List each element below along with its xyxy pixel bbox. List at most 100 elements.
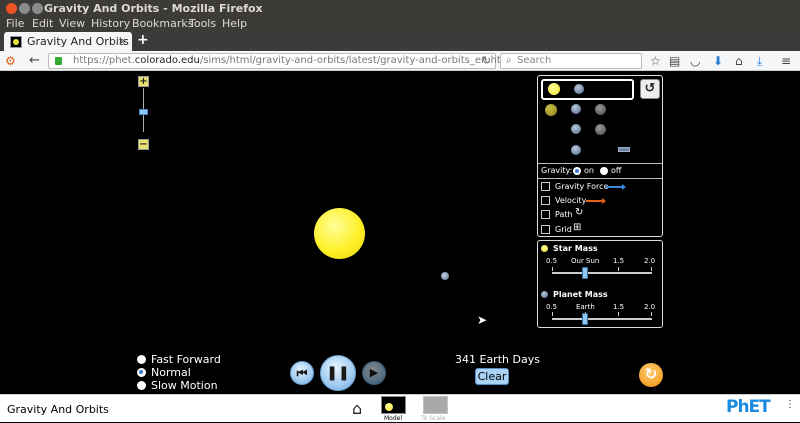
model-screen-label: Model <box>384 415 403 422</box>
panel-divider <box>538 178 662 179</box>
planet-tick <box>618 312 619 316</box>
earth-mode-icon <box>574 84 584 94</box>
menu-bookmarks[interactable]: Bookmarks <box>132 17 193 30</box>
gravity-off-radio[interactable] <box>600 167 608 175</box>
planet-body[interactable] <box>441 272 449 280</box>
mode-moon-icon[interactable] <box>595 104 606 115</box>
sim-navigation-bar: Gravity And Orbits ⌂ Model To Scale PhET… <box>0 394 800 422</box>
simulation-area: + − ➤ ↺ Gravity: on off Gravity Force Ve… <box>0 71 800 394</box>
lock-icon <box>55 57 62 65</box>
reload-icon[interactable]: ↻ <box>482 54 491 68</box>
search-icon: ⌕ <box>506 55 512 66</box>
download-icon[interactable]: ⬇ <box>713 53 723 69</box>
to-scale-screen-button[interactable]: To Scale <box>421 395 451 423</box>
mode-earth-satellite-icon[interactable] <box>571 145 581 155</box>
star-tick-label: Our Sun <box>571 257 600 265</box>
path-label: Path <box>555 210 573 219</box>
planet-mass-slider-thumb[interactable] <box>582 313 589 325</box>
tab-close-icon[interactable]: × <box>118 32 127 51</box>
fast-forward-radio[interactable] <box>137 355 146 364</box>
gravity-on-radio[interactable] <box>573 167 581 175</box>
step-button[interactable]: ▶ <box>362 361 386 385</box>
elapsed-time-readout: 341 Earth Days <box>455 353 540 366</box>
menu-view[interactable]: View <box>59 17 85 30</box>
mode-star-planet[interactable] <box>541 79 634 100</box>
planet-tick-label: 0.5 <box>546 303 558 311</box>
pocket-icon[interactable]: ◡ <box>690 53 700 69</box>
close-window-button[interactable] <box>6 3 17 14</box>
planet-tick <box>552 312 553 316</box>
zoom-out-button[interactable]: − <box>138 139 149 150</box>
bookmark-star-icon[interactable]: ☆ <box>650 53 661 69</box>
planet-tick-label: 1.5 <box>613 303 625 311</box>
planet-mass-track <box>552 318 652 320</box>
planet-tick <box>651 312 652 316</box>
model-screen-icon <box>381 396 406 414</box>
gravity-force-checkbox[interactable] <box>541 182 550 191</box>
path-icon: ↻ <box>575 207 584 218</box>
maximize-window-button[interactable] <box>32 3 43 14</box>
reset-all-button[interactable]: ↻ <box>639 363 663 387</box>
normal-radio[interactable] <box>137 368 146 377</box>
gravity-on-label: on <box>584 166 594 175</box>
navigation-toolbar: ⚙ ← https://phet.colorado.edu/sims/html/… <box>0 51 800 71</box>
new-tab-button[interactable]: + <box>137 32 149 48</box>
tab-gravity-and-orbits[interactable]: Gravity And Orbits × <box>4 32 132 51</box>
window-titlebar: Gravity And Orbits - Mozilla Firefox <box>0 0 800 17</box>
grid-checkbox[interactable] <box>541 225 550 234</box>
mode-earth-moon-earth-icon[interactable] <box>571 124 581 134</box>
gravity-force-arrow-icon <box>606 184 626 190</box>
slow-motion-radio[interactable] <box>137 381 146 390</box>
home-icon[interactable]: ⌂ <box>735 53 743 69</box>
to-scale-screen-label: To Scale <box>421 415 446 422</box>
phet-menu-icon[interactable]: ⋮ <box>785 400 795 410</box>
pause-button[interactable]: ❚❚ <box>320 355 356 391</box>
velocity-checkbox[interactable] <box>541 196 550 205</box>
mode-earth-moon-moon-icon[interactable] <box>595 124 606 135</box>
address-bar[interactable]: https://phet.colorado.edu/sims/html/grav… <box>48 53 513 69</box>
path-checkbox[interactable] <box>541 210 550 219</box>
model-screen-button[interactable]: Model <box>381 395 408 423</box>
menu-history[interactable]: History <box>91 17 130 30</box>
search-placeholder: Search <box>517 55 552 66</box>
star-tick-label: 2.0 <box>644 257 656 265</box>
mouse-cursor-icon: ➤ <box>477 313 488 327</box>
mode-planet-moon-earth-icon[interactable] <box>571 104 581 114</box>
scene-control-panel: ↺ Gravity: on off Gravity Force Velocity… <box>537 75 663 237</box>
sun-body[interactable] <box>314 208 365 259</box>
menu-tools[interactable]: Tools <box>189 17 216 30</box>
satellite-icon[interactable] <box>618 147 630 152</box>
home-screen-icon[interactable]: ⌂ <box>352 401 362 417</box>
reset-mode-button[interactable]: ↺ <box>640 79 660 99</box>
zoom-slider-thumb[interactable] <box>139 109 148 115</box>
rewind-button[interactable]: ⏮ <box>290 361 314 385</box>
menu-help[interactable]: Help <box>222 17 247 30</box>
menu-edit[interactable]: Edit <box>32 17 53 30</box>
planet-tick-label: Earth <box>576 303 595 311</box>
step-icon: ▶ <box>369 366 379 379</box>
fast-forward-label: Fast Forward <box>151 353 221 366</box>
sun-mode-icon <box>548 83 560 95</box>
app-name: Gravity And Orbits <box>7 403 109 416</box>
back-button[interactable]: ← <box>29 53 40 69</box>
minimize-window-button[interactable] <box>19 3 30 14</box>
clear-button[interactable]: Clear <box>475 368 509 385</box>
star-mass-slider-thumb[interactable] <box>582 267 589 279</box>
page-info-icon[interactable]: ⚙ <box>5 53 16 69</box>
overflow-menu-icon[interactable]: ≡ <box>781 53 791 69</box>
panel-divider <box>538 163 662 164</box>
zoom-in-button[interactable]: + <box>138 76 149 87</box>
grid-icon: ⊞ <box>573 222 582 233</box>
mode-star-planet-moon-icon[interactable] <box>545 104 557 116</box>
download-status-icon[interactable]: ⤓ <box>757 53 762 69</box>
window-title: Gravity And Orbits - Mozilla Firefox <box>44 2 263 15</box>
search-input[interactable]: ⌕ Search <box>500 53 642 69</box>
mass-control-panel: Star Mass 0.5 Our Sun 1.5 2.0 Planet Mas… <box>537 240 663 328</box>
reading-list-icon[interactable]: ▤ <box>669 53 680 69</box>
menu-file[interactable]: File <box>6 17 24 30</box>
gravity-force-label: Gravity Force <box>555 182 609 191</box>
star-mass-track <box>552 272 652 274</box>
menu-bar: File Edit View History Bookmarks Tools H… <box>0 17 800 31</box>
gravity-label: Gravity: <box>541 166 573 175</box>
to-scale-screen-icon <box>423 396 448 414</box>
